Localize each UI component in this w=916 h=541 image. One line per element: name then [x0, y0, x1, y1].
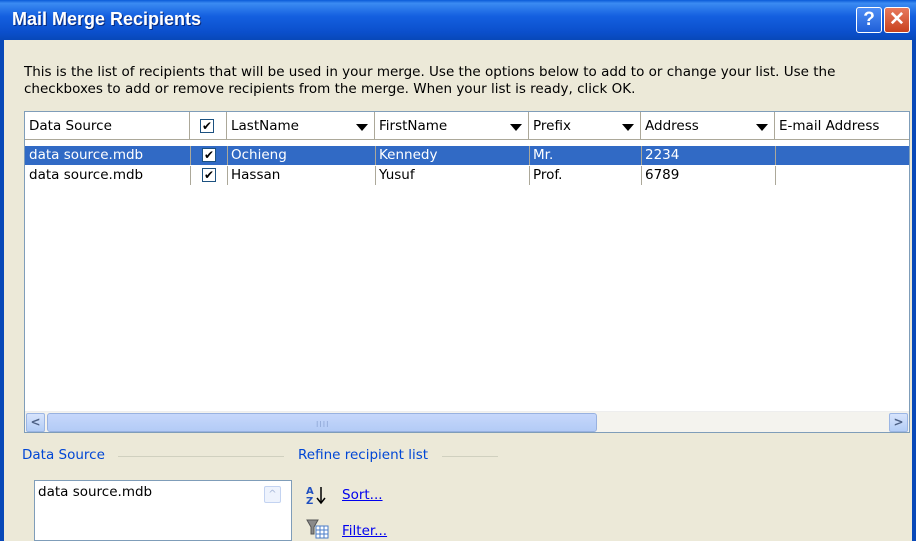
column-header-data-source[interactable]: Data Source: [25, 112, 190, 140]
scroll-left-icon: <: [30, 415, 41, 429]
cell-lastname: Ochieng: [231, 147, 287, 163]
cell-address: 6789: [645, 167, 680, 183]
filter-link[interactable]: Filter...: [342, 523, 387, 539]
column-header-email[interactable]: E-mail Address: [775, 112, 909, 140]
select-all-checkbox[interactable]: ✔: [200, 119, 214, 133]
window-border-right: [912, 40, 916, 541]
cell-firstname: Kennedy: [379, 147, 438, 163]
horizontal-scrollbar[interactable]: < IIII >: [25, 411, 909, 432]
scroll-right-button[interactable]: >: [889, 413, 908, 432]
data-source-group-label: Data Source: [22, 447, 105, 463]
cell-prefix: Mr.: [533, 147, 554, 163]
column-header-prefix[interactable]: Prefix: [529, 112, 641, 140]
sort-az-icon[interactable]: A Z: [306, 485, 328, 505]
column-header-label: LastName: [231, 118, 299, 134]
dropdown-arrow-icon[interactable]: [510, 124, 522, 131]
scroll-right-icon: >: [893, 415, 904, 429]
scroll-up-icon: ^: [268, 489, 277, 500]
cell-divider: [190, 146, 191, 165]
column-header-label: Prefix: [533, 118, 571, 134]
cell-firstname: Yusuf: [379, 167, 415, 183]
column-header-lastname[interactable]: LastName: [227, 112, 375, 140]
column-header-address[interactable]: Address: [641, 112, 775, 140]
row-checkbox[interactable]: ✔: [202, 168, 216, 182]
close-button[interactable]: ✕: [884, 7, 910, 33]
table-row[interactable]: data source.mdb ✔ Ochieng Kennedy Mr. 22…: [25, 146, 909, 165]
group-divider: [118, 456, 284, 457]
scroll-left-button[interactable]: <: [26, 413, 45, 432]
close-icon: ✕: [889, 9, 905, 30]
column-header-label: Address: [645, 118, 699, 134]
dropdown-arrow-icon[interactable]: [356, 124, 368, 131]
recipients-grid[interactable]: Data Source ✔ LastName FirstName Prefix …: [24, 111, 910, 433]
cell-data-source: data source.mdb: [29, 167, 144, 183]
dropdown-arrow-icon[interactable]: [622, 124, 634, 131]
dropdown-arrow-icon[interactable]: [756, 124, 768, 131]
cell-prefix: Prof.: [533, 167, 563, 183]
window-title: Mail Merge Recipients: [12, 9, 202, 29]
cell-data-source: data source.mdb: [29, 147, 144, 163]
scroll-grip: IIII: [316, 420, 330, 429]
column-header-label: Data Source: [29, 118, 112, 134]
instructions-text: This is the list of recipients that will…: [24, 64, 836, 97]
scroll-up-button[interactable]: ^: [264, 486, 281, 503]
help-button[interactable]: ?: [856, 7, 882, 33]
column-header-label: E-mail Address: [779, 118, 880, 134]
column-header-checkbox[interactable]: ✔: [190, 112, 227, 140]
cell-email: [775, 166, 909, 185]
svg-text:Z: Z: [306, 496, 313, 505]
column-header-firstname[interactable]: FirstName: [375, 112, 529, 140]
cell-divider: [190, 166, 191, 185]
data-source-list[interactable]: data source.mdb ^: [34, 480, 292, 541]
title-bar: Mail Merge Recipients ? ✕: [0, 0, 916, 40]
window-border-left: [0, 40, 4, 541]
table-row[interactable]: data source.mdb ✔ Hassan Yusuf Prof. 678…: [25, 166, 909, 185]
help-icon: ?: [863, 9, 875, 30]
row-checkbox[interactable]: ✔: [202, 148, 216, 162]
refine-group-label: Refine recipient list: [298, 447, 429, 463]
cell-lastname: Hassan: [231, 167, 281, 183]
cell-address: 2234: [645, 147, 680, 163]
list-item[interactable]: data source.mdb: [38, 484, 152, 500]
cell-email: [775, 146, 909, 165]
filter-icon[interactable]: [306, 518, 330, 541]
group-divider: [442, 456, 498, 457]
scroll-thumb[interactable]: IIII: [47, 413, 597, 432]
column-header-label: FirstName: [379, 118, 448, 134]
sort-link[interactable]: Sort...: [342, 487, 383, 503]
grid-header: Data Source ✔ LastName FirstName Prefix …: [25, 112, 909, 140]
